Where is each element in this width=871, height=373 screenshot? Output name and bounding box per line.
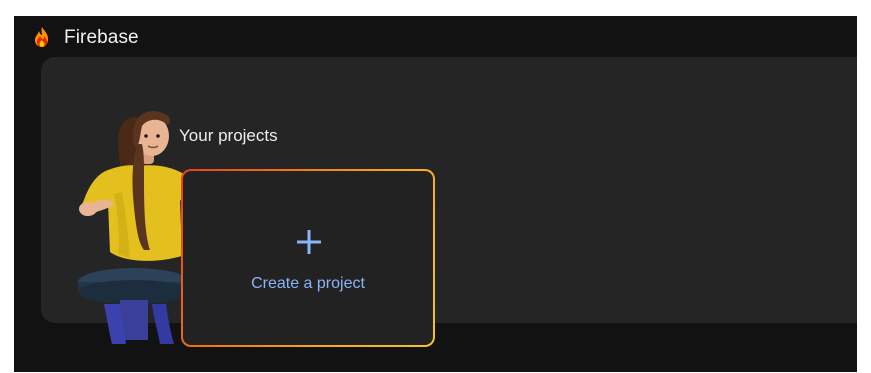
your-projects-heading: Your projects bbox=[179, 126, 278, 145]
top-app-bar: Firebase bbox=[14, 16, 857, 56]
create-project-label[interactable]: Create a project bbox=[183, 275, 433, 293]
plus-icon[interactable] bbox=[296, 229, 322, 255]
create-project-card[interactable]: Create a project bbox=[181, 169, 435, 347]
firebase-flame-icon[interactable] bbox=[32, 26, 52, 48]
firebase-console-screen: Firebase Your projects Create a project bbox=[14, 16, 857, 372]
app-name[interactable]: Firebase bbox=[64, 27, 139, 49]
create-project-card-body[interactable]: Create a project bbox=[183, 171, 433, 345]
